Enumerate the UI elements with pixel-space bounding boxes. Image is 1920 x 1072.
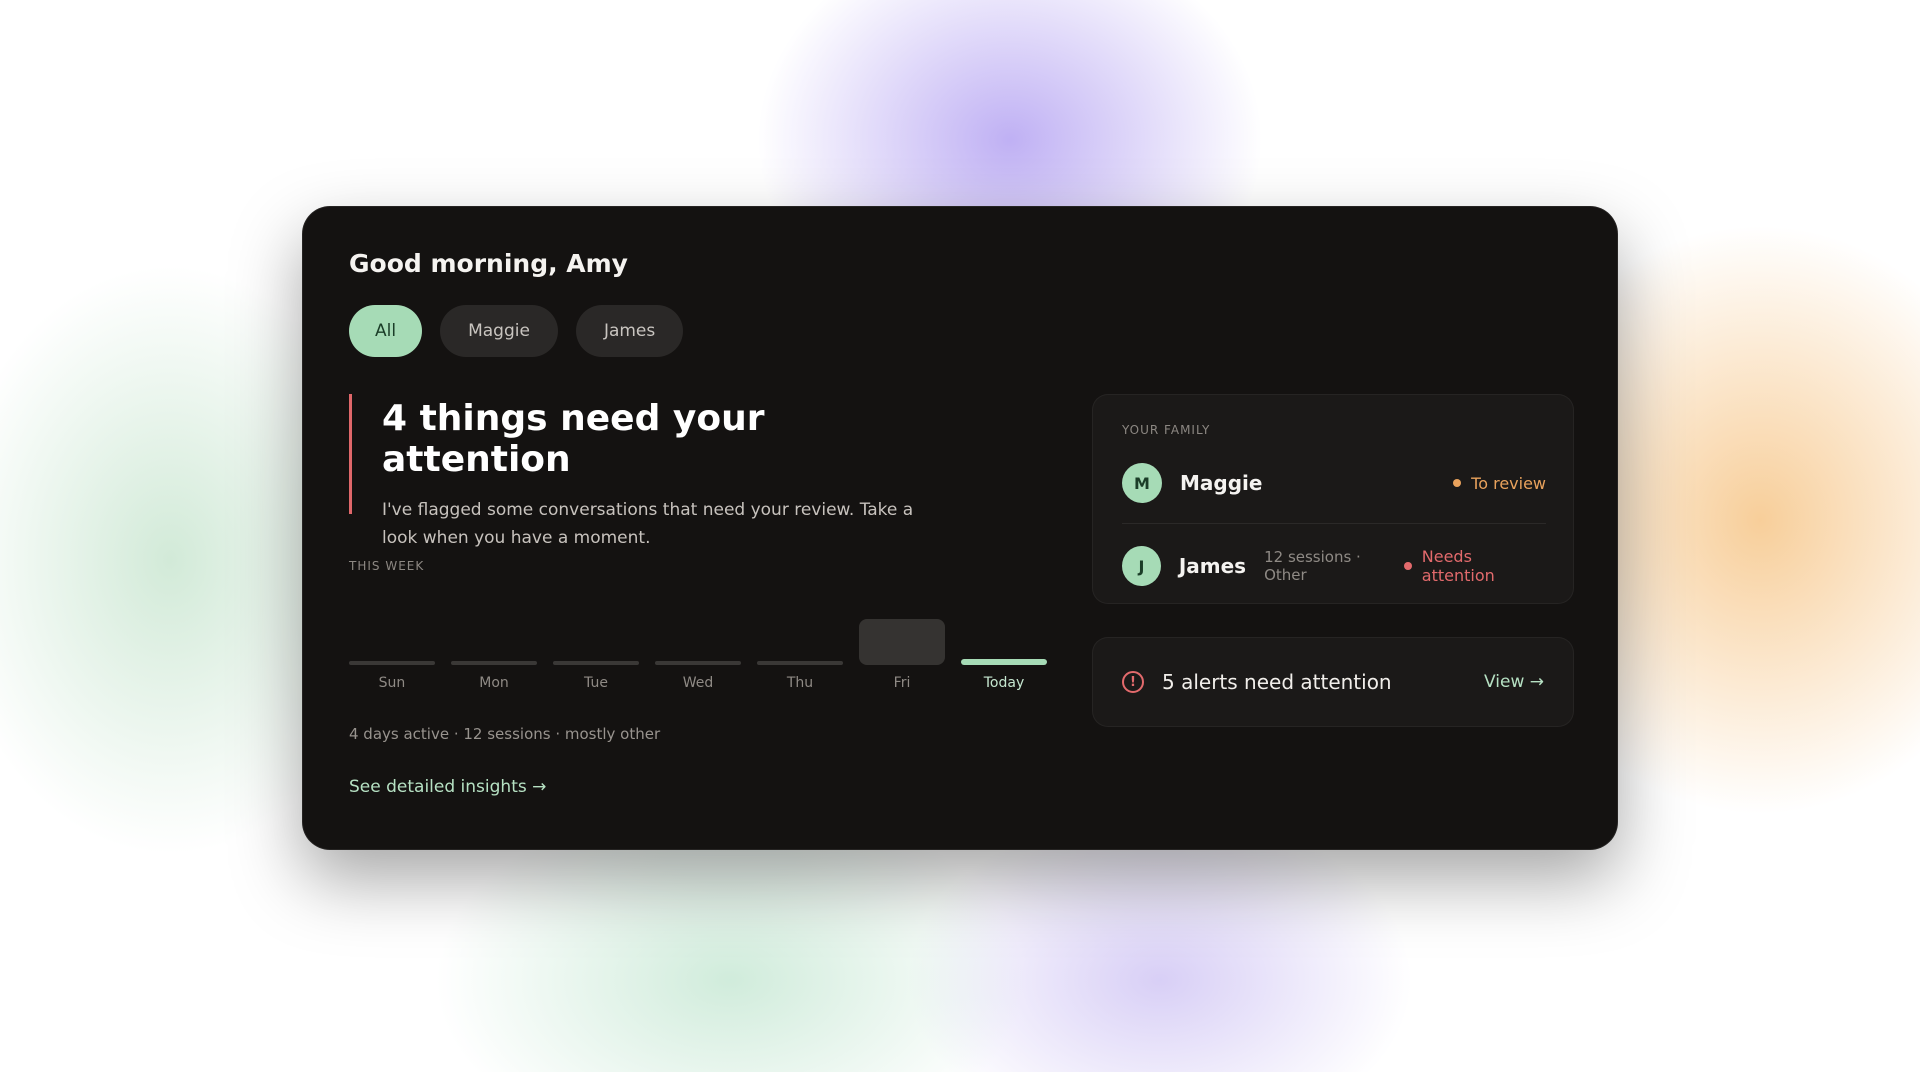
filter-chip-maggie[interactable]: Maggie — [440, 305, 558, 357]
activity-bar-mon — [451, 661, 537, 665]
member-name: Maggie — [1180, 471, 1263, 495]
member-session-meta: 12 sessions · Other — [1264, 548, 1361, 584]
day-label-tue: Tue — [584, 675, 608, 691]
activity-bar-sun — [349, 661, 435, 665]
see-detailed-insights-link[interactable]: See detailed insights → — [349, 777, 546, 797]
view-alerts-link[interactable]: View → — [1484, 672, 1544, 692]
weekday-labels: Sun Mon Tue Wed Thu Fri Today — [349, 675, 1049, 695]
attention-summary: 4 things need your attention I've flagge… — [349, 394, 949, 548]
family-member-james[interactable]: J James 12 sessions · Other Needs attent… — [1122, 546, 1546, 586]
alert-circle-icon: ! — [1122, 671, 1144, 693]
day-label-wed: Wed — [682, 675, 714, 691]
your-family-label: YOUR FAMILY — [1122, 423, 1211, 437]
member-filter-chips: All Maggie James — [349, 305, 684, 357]
dashboard-card: Good morning, Amy All Maggie James 4 thi… — [302, 206, 1618, 850]
status-dot-icon — [1404, 562, 1412, 570]
activity-bar-fri[interactable] — [859, 619, 945, 665]
day-label-mon: Mon — [479, 675, 509, 691]
attention-title: 4 things need your attention — [382, 398, 765, 480]
weekly-activity-bars — [349, 605, 1049, 665]
day-label-sun: Sun — [378, 675, 406, 691]
status-text: Needs attention — [1421, 547, 1495, 585]
alerts-text: 5 alerts need attention — [1162, 670, 1392, 694]
day-label-fri: Fri — [893, 675, 911, 691]
member-name: James — [1178, 554, 1247, 578]
activity-bar-today[interactable] — [961, 659, 1047, 665]
alerts-panel[interactable]: ! 5 alerts need attention View → — [1092, 637, 1574, 727]
day-label-thu: Thu — [786, 675, 814, 691]
your-family-panel: YOUR FAMILY M Maggie To review J James 1… — [1092, 394, 1574, 604]
greeting-title: Good morning, Amy — [349, 249, 628, 278]
activity-bar-thu — [757, 661, 843, 665]
this-week-label: THIS WEEK — [349, 559, 425, 573]
status-text: To review — [1471, 473, 1546, 493]
status-dot-icon — [1453, 479, 1462, 487]
week-summary: 4 days active · 12 sessions · mostly oth… — [349, 725, 661, 743]
attention-description: I've flagged some conversations that nee… — [382, 500, 914, 548]
avatar: M — [1122, 463, 1162, 503]
activity-bar-tue — [553, 661, 639, 665]
status-badge: To review — [1453, 474, 1546, 493]
member-divider — [1122, 523, 1546, 524]
status-badge: Needs attention — [1404, 547, 1546, 585]
avatar: J — [1122, 546, 1161, 586]
family-member-maggie[interactable]: M Maggie To review — [1122, 463, 1546, 503]
activity-bar-wed — [655, 661, 741, 665]
filter-chip-all[interactable]: All — [349, 305, 423, 357]
filter-chip-james[interactable]: James — [575, 305, 684, 357]
day-label-today: Today — [983, 675, 1025, 691]
